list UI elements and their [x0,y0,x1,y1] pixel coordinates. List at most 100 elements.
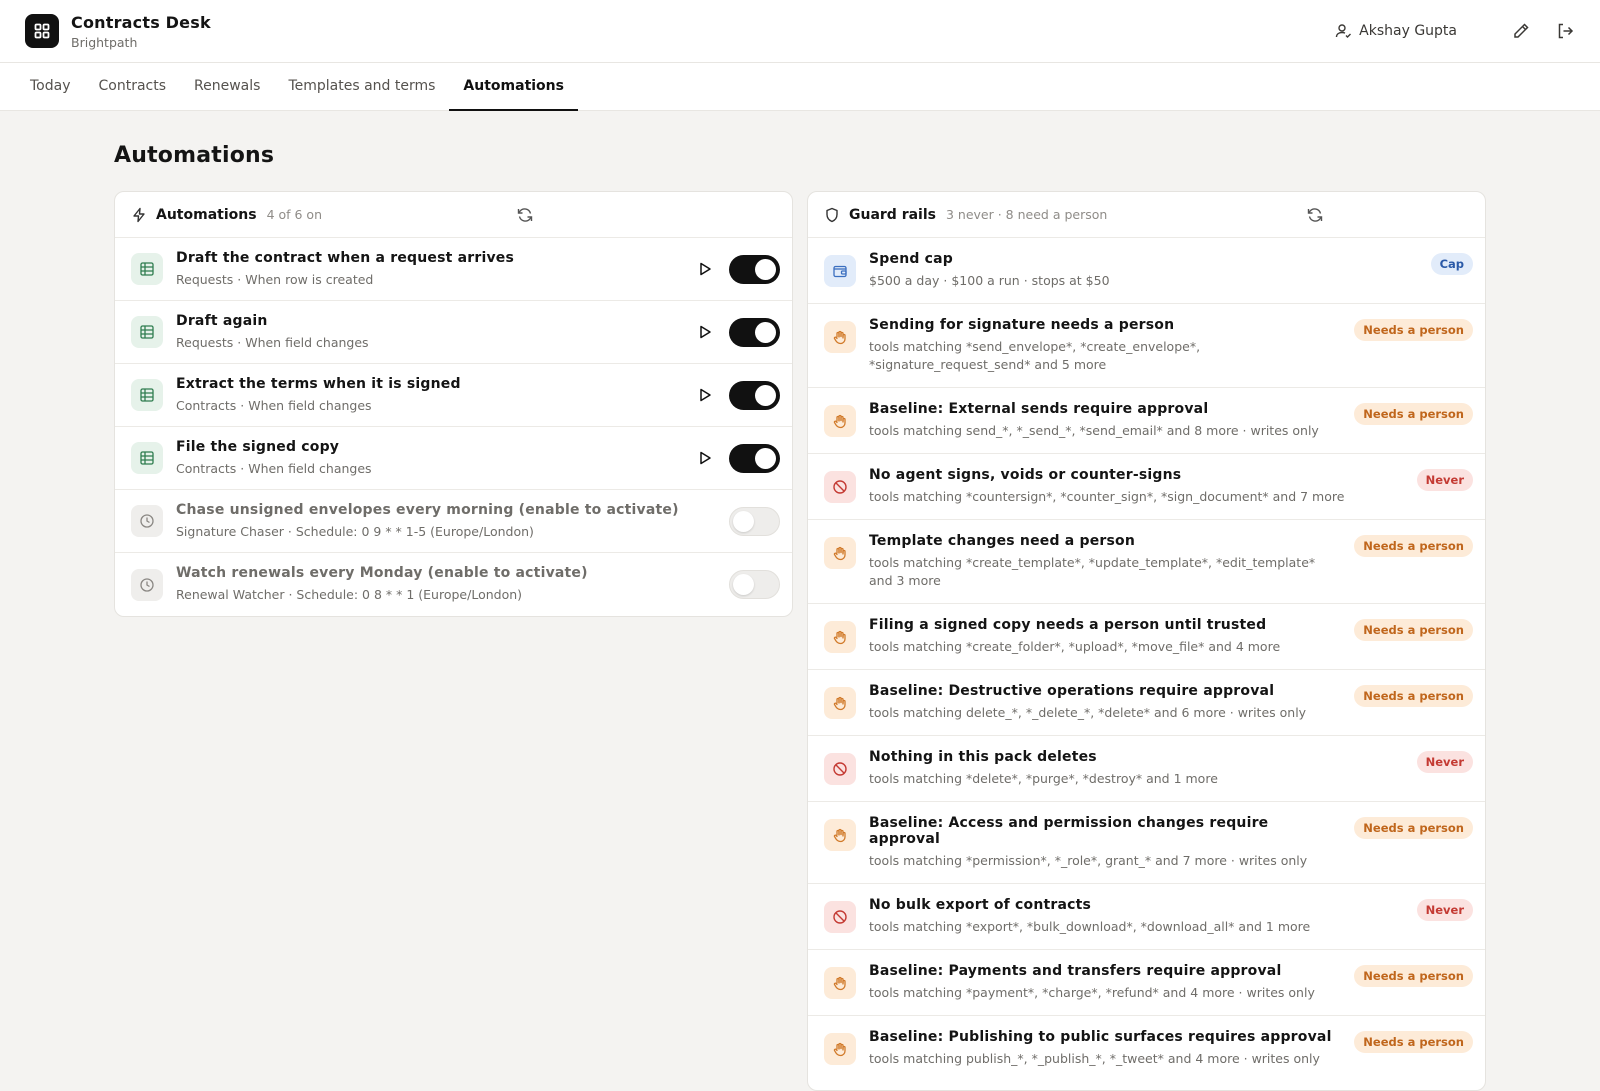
guard-rail-badge: Needs a person [1354,403,1473,425]
run-button[interactable] [695,385,715,405]
guard-rail-tile [824,753,856,785]
guard-rail-title: Baseline: Destructive operations require… [869,683,1275,699]
guard-rail-row[interactable]: Baseline: External sends require approva… [808,388,1485,454]
hand-icon [833,1042,846,1057]
table-icon [140,451,154,465]
guard-rail-row[interactable]: Spend cap $500 a day · $100 a run · stops… [808,238,1485,304]
play-icon [700,262,711,276]
guard-rail-tile [824,537,856,569]
app-logo[interactable] [25,14,59,48]
automation-tile [131,379,163,411]
ban-icon [833,762,847,776]
guard-rail-row[interactable]: No agent signs, voids or counter-signs to… [808,454,1485,520]
enable-toggle[interactable] [729,443,780,473]
org-name: Brightpath [71,34,138,50]
guard-rails-panel-header: Guard rails 3 never · 8 need a person [808,192,1485,238]
guard-rail-scope: tools matching publish_*, *_publish_*, *… [869,1051,1320,1066]
automation-trigger: Contracts · When field changes [176,397,372,413]
guard-rail-scope: tools matching *send_envelope*, *create_… [869,339,1201,372]
run-button[interactable] [695,259,715,279]
enable-toggle[interactable] [729,570,780,599]
guard-rail-row[interactable]: Nothing in this pack deletes tools matchi… [808,736,1485,802]
guard-rail-row[interactable]: No bulk export of contracts tools matchin… [808,884,1485,950]
guard-rail-row[interactable]: Baseline: Destructive operations require… [808,670,1485,736]
guard-rail-scope: tools matching *export*, *bulk_download*… [869,919,1311,934]
guard-rail-title: No bulk export of contracts [869,897,1092,913]
guard-rail-scope: tools matching delete_*, *_delete_*, *de… [869,705,1307,720]
automations-panel-header: Automations 4 of 6 on [115,192,792,238]
play-icon [700,388,711,402]
guard-rail-title: No agent signs, voids or counter-signs [869,467,1182,483]
guard-rail-badge: Never [1416,469,1473,491]
user-icon [1335,24,1352,38]
automation-title: Chase unsigned envelopes every morning (… [176,501,679,518]
guard-rail-title: Nothing in this pack deletes [869,749,1097,765]
brand: Contracts Desk Brightpath [71,13,211,50]
automation-row[interactable]: File the signed copy Contracts · When fi… [115,427,792,490]
guard-rail-title: Baseline: Access and permission changes … [869,815,1269,847]
automation-tile [131,568,163,601]
logout-button[interactable] [1555,21,1575,41]
user-menu[interactable]: Akshay Gupta [1335,23,1457,39]
automations-panel-title: Automations [156,206,257,223]
guard-rail-badge: Needs a person [1354,1031,1473,1053]
guard-rail-scope: tools matching *payment*, *charge*, *ref… [869,985,1315,1000]
play-icon [700,451,711,465]
automation-tile [131,442,163,474]
hand-icon [833,828,846,843]
guard-rail-tile [824,405,856,437]
automation-trigger: Renewal Watcher · Schedule: 0 8 * * 1 (E… [176,587,523,602]
automation-row[interactable]: Chase unsigned envelopes every morning (… [115,490,792,553]
guard-rail-tile [824,471,856,503]
guard-rail-badge: Never [1416,899,1473,921]
enable-toggle[interactable] [729,254,780,284]
guard-rail-row[interactable]: Baseline: Payments and transfers require… [808,950,1485,1016]
ban-icon [833,480,847,494]
automation-trigger: Contracts · When field changes [176,460,372,476]
guard-rail-row[interactable]: Baseline: Publishing to public surfaces … [808,1016,1485,1081]
guard-rail-row[interactable]: Template changes need a person tools matc… [808,520,1485,604]
enable-toggle[interactable] [729,317,780,347]
guard-rail-badge: Never [1416,751,1473,773]
guard-rails-list: Spend cap $500 a day · $100 a run · stops… [808,238,1485,1081]
tab-today[interactable]: Today [16,63,85,111]
automation-title: Watch renewals every Monday (enable to a… [176,565,588,581]
refresh-icon[interactable] [1306,206,1324,224]
automation-tile [131,253,163,285]
hand-icon [833,546,846,561]
guard-rail-row[interactable]: Filing a signed copy needs a person unti… [808,604,1485,670]
tab-contracts[interactable]: Contracts [85,63,181,111]
guard-rail-badge: Needs a person [1354,685,1473,707]
hand-icon [833,976,846,991]
hand-icon [833,630,846,645]
enable-toggle[interactable] [729,506,780,536]
enable-toggle[interactable] [729,380,780,410]
guard-rail-title: Spend cap [869,251,954,267]
edit-button[interactable] [1511,21,1531,41]
ban-icon [833,910,847,924]
refresh-icon[interactable] [516,206,534,224]
wallet-icon [833,265,847,278]
automations-count: 4 of 6 on [266,207,323,222]
automation-tile [131,505,163,537]
automation-row[interactable]: Draft again Requests · When field change… [115,301,792,364]
automation-row[interactable]: Watch renewals every Monday (enable to a… [115,553,792,616]
automation-row[interactable]: Extract the terms when it is signed Cont… [115,364,792,427]
main-tabs: Today Contracts Renewals Templates and t… [0,63,1600,111]
automation-row[interactable]: Draft the contract when a request arrive… [115,238,792,301]
tab-renewals[interactable]: Renewals [180,63,274,111]
guard-rail-tile [824,255,856,287]
guard-rail-tile [824,1033,856,1065]
guard-rail-scope: tools matching send_*, *_send_*, *send_e… [869,423,1319,438]
tab-automations[interactable]: Automations [449,63,578,111]
run-button[interactable] [695,448,715,468]
guard-rail-tile [824,687,856,719]
guard-rail-row[interactable]: Baseline: Access and permission changes … [808,802,1485,884]
automation-title: Draft again [176,312,268,329]
guard-rail-row[interactable]: Sending for signature needs a person tool… [808,304,1485,388]
tab-templates-and-terms[interactable]: Templates and terms [274,63,449,111]
automation-trigger: Signature Chaser · Schedule: 0 9 * * 1-5… [176,523,534,539]
shield-icon [826,207,838,222]
guard-rail-scope: tools matching *countersign*, *counter_s… [869,489,1345,504]
run-button[interactable] [695,322,715,342]
